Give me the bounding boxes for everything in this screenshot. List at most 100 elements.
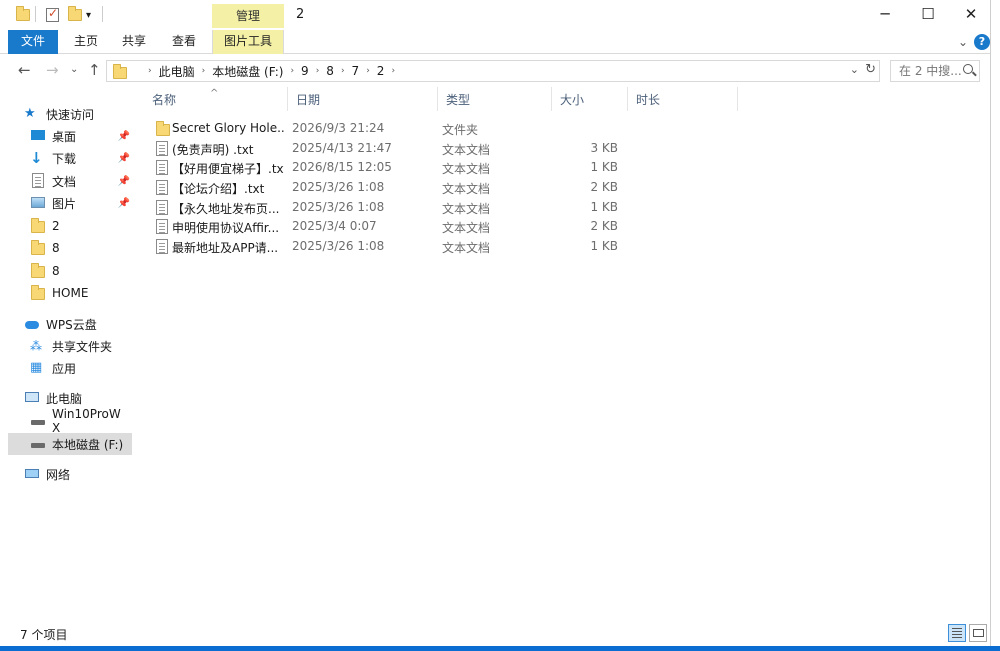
breadcrumb-2[interactable]: 2 (377, 64, 385, 78)
tab-picture-tools[interactable]: 图片工具 (212, 30, 284, 54)
refresh-icon[interactable]: ↻ (865, 62, 876, 77)
column-header-size[interactable]: 大小 (552, 87, 628, 111)
column-header-name[interactable]: 名称 ^ (144, 87, 288, 111)
customize-toolbar-icon[interactable]: ▾ (86, 6, 91, 24)
file-row[interactable]: Secret Glory Hole... 2026/9/3 21:24 文件夹 (144, 119, 624, 139)
address-dropdown-icon[interactable]: ⌄ (850, 63, 859, 76)
nav-item-label: 下载 (52, 151, 77, 166)
nav-item-wps-cloud[interactable]: WPS云盘 (24, 313, 132, 335)
large-icons-view-button[interactable] (969, 624, 987, 642)
up-button[interactable]: ↑ (88, 61, 101, 79)
minimize-button[interactable]: ─ (862, 0, 908, 30)
file-row[interactable]: 【永久地址发布页... 2025/3/26 1:08 文本文档 1 KB (144, 198, 624, 218)
tab-home[interactable]: 主页 (66, 30, 106, 54)
text-file-icon (156, 160, 168, 175)
search-input[interactable]: 在 2 中搜... (890, 60, 980, 82)
back-button[interactable]: ← (18, 61, 31, 79)
properties-icon[interactable] (46, 6, 59, 24)
address-bar[interactable]: › 此电脑 › 本地磁盘 (F:) › 9 › 8 › 7 › 2 › ⌄ ↻ (106, 60, 880, 82)
nav-item-folder-home[interactable]: HOME (30, 282, 132, 304)
tab-share[interactable]: 共享 (114, 30, 154, 54)
nav-item-label: 文档 (52, 174, 77, 189)
file-size: 1 KB (590, 239, 618, 253)
nav-item-quick-access[interactable]: ★ 快速访问 (24, 103, 132, 125)
file-size: 1 KB (590, 200, 618, 214)
nav-item-downloads[interactable]: ↓ 下载 📌 (30, 147, 132, 169)
details-view-button[interactable] (948, 624, 966, 642)
breadcrumb: 此电脑 › 本地磁盘 (F:) › 9 › 8 › 7 › 2 › (159, 63, 402, 80)
crumb-separator[interactable]: › (366, 66, 370, 76)
manage-context-tab[interactable]: 管理 (212, 4, 284, 28)
nav-item-pictures[interactable]: 图片 📌 (30, 192, 132, 214)
item-count: 7 个项目 (20, 628, 68, 642)
nav-item-folder-8[interactable]: 8 (30, 260, 132, 282)
ribbon-tabs: 文件 主页 共享 查看 图片工具 ⌄ ? (0, 30, 1000, 54)
file-row[interactable]: 【论坛介绍】.txt 2025/3/26 1:08 文本文档 2 KB (144, 178, 624, 198)
crumb-separator[interactable]: › (316, 66, 320, 76)
crumb-separator[interactable]: › (202, 66, 206, 76)
file-date: 2025/3/26 1:08 (292, 180, 385, 194)
tab-file[interactable]: 文件 (8, 30, 58, 54)
nav-item-win10-drive[interactable]: Win10ProW X (30, 407, 132, 435)
new-folder-icon[interactable] (68, 6, 82, 24)
desktop-icon (30, 129, 46, 143)
cloud-icon (24, 317, 40, 331)
file-type: 文本文档 (442, 162, 491, 176)
column-header-duration[interactable]: 时长 (628, 87, 738, 111)
close-button[interactable]: ✕ (948, 0, 994, 30)
breadcrumb-this-pc[interactable]: 此电脑 (159, 63, 195, 80)
file-row[interactable]: 【好用便宜梯子】.txt 2026/8/15 12:05 文本文档 1 KB (144, 158, 624, 178)
title-bar: ▾ 管理 2 ─ ☐ ✕ (0, 0, 1000, 30)
nav-item-folder-2[interactable]: 2 (30, 215, 132, 237)
text-file-icon (156, 239, 168, 254)
breadcrumb-8[interactable]: 8 (326, 64, 334, 78)
nav-item-documents[interactable]: 文档 📌 (30, 170, 132, 192)
column-header-type[interactable]: 类型 (438, 87, 552, 111)
nav-item-label: 网络 (46, 467, 71, 482)
breadcrumb-9[interactable]: 9 (301, 64, 309, 78)
text-file-icon (156, 141, 168, 156)
crumb-separator[interactable]: › (341, 66, 345, 76)
nav-item-shared-folder[interactable]: ⁂ 共享文件夹 (30, 335, 132, 357)
breadcrumb-drive-f[interactable]: 本地磁盘 (F:) (212, 63, 283, 80)
nav-item-local-disk-f[interactable]: 本地磁盘 (F:) (8, 433, 132, 455)
nav-item-label: 8 (52, 241, 60, 255)
recent-locations-button[interactable]: ⌄ (70, 64, 78, 75)
nav-item-network[interactable]: 网络 (24, 463, 132, 485)
file-row[interactable]: (免责声明) .txt 2025/4/13 21:47 文本文档 3 KB (144, 139, 624, 159)
file-type: 文件夹 (442, 123, 479, 137)
nav-item-this-pc[interactable]: 此电脑 (24, 387, 132, 409)
nav-item-label: 2 (52, 219, 60, 233)
crumb-separator[interactable]: › (290, 66, 294, 76)
nav-item-label: WPS云盘 (46, 317, 97, 332)
file-row[interactable]: 申明使用协议Affir... 2025/3/4 0:07 文本文档 2 KB (144, 217, 624, 237)
expand-ribbon-icon[interactable]: ⌄ (958, 35, 968, 49)
file-type: 文本文档 (442, 143, 491, 157)
forward-button[interactable]: → (46, 61, 59, 79)
file-row[interactable]: 最新地址及APP请... 2025/3/26 1:08 文本文档 1 KB (144, 237, 624, 257)
nav-item-folder-8[interactable]: 8 (30, 237, 132, 259)
help-icon[interactable]: ? (974, 34, 990, 50)
folder-icon (16, 6, 30, 24)
nav-item-desktop[interactable]: 桌面 📌 (30, 125, 132, 147)
drive-icon (30, 414, 46, 428)
status-bar: 7 个项目 (0, 620, 990, 646)
file-list: 名称 ^ 日期 类型 大小 时长 Secret Glory Hole... 20… (144, 87, 984, 620)
nav-item-apps[interactable]: ▦ 应用 (30, 357, 132, 379)
text-file-icon (156, 200, 168, 215)
tab-view[interactable]: 查看 (164, 30, 204, 54)
maximize-button[interactable]: ☐ (905, 0, 951, 30)
share-icon: ⁂ (30, 339, 42, 353)
file-name: Secret Glory Hole... (172, 121, 284, 135)
file-size: 1 KB (590, 160, 618, 174)
column-header-date[interactable]: 日期 (288, 87, 438, 111)
pin-icon: 📌 (117, 175, 130, 187)
file-date: 2025/3/4 0:07 (292, 219, 377, 233)
crumb-separator[interactable]: › (391, 66, 395, 76)
nav-item-label: 应用 (52, 361, 77, 376)
breadcrumb-7[interactable]: 7 (352, 64, 360, 78)
nav-item-label: 8 (52, 264, 60, 278)
sort-ascending-icon: ^ (210, 88, 219, 99)
file-name: 最新地址及APP请... (172, 241, 279, 255)
file-date: 2025/4/13 21:47 (292, 141, 392, 155)
